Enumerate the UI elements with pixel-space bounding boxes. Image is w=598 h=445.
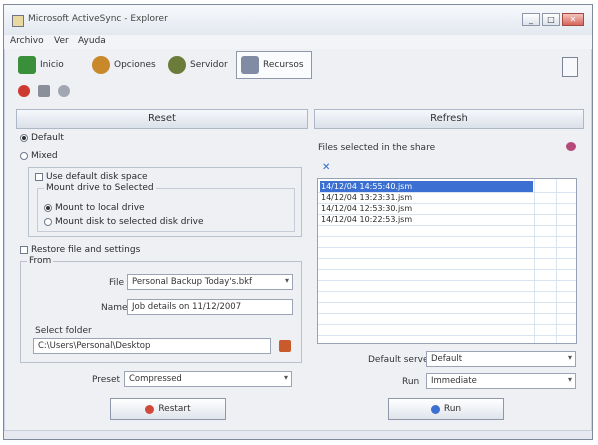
browse-folder-icon[interactable] (279, 340, 291, 352)
toolbar-opciones-label: Opciones (114, 60, 156, 70)
left-panel-header: Reset (16, 109, 308, 129)
name-field[interactable]: Job details on 11/12/2007 (127, 299, 293, 315)
toolbar-servidor-button[interactable]: Servidor (164, 51, 232, 79)
run-button-label: Run (443, 404, 462, 414)
radio-mixed[interactable]: Mixed (20, 151, 58, 161)
app-icon (12, 15, 24, 27)
options-icon (92, 56, 110, 74)
window-title: Microsoft ActiveSync - Explorer (28, 14, 168, 24)
toolbar-inicio-button[interactable]: Inicio (14, 51, 68, 79)
folder-field[interactable]: C:\Users\Personal\Desktop (33, 338, 271, 354)
restart-button[interactable]: Restart (110, 398, 226, 420)
app-window: Microsoft ActiveSync - Explorer _ □ ✕ Ar… (3, 4, 593, 440)
delete-icon[interactable]: ✕ (322, 162, 330, 173)
close-button[interactable]: ✕ (562, 13, 584, 26)
radio-mount-local[interactable]: Mount to local drive (44, 203, 145, 213)
status-bar (4, 430, 592, 439)
file-select[interactable]: Personal Backup Today's.bkf (127, 274, 293, 290)
radio-dot (44, 204, 52, 212)
radio-mixed-label: Mixed (31, 151, 58, 161)
menu-ver[interactable]: Ver (54, 36, 69, 46)
default-server-label: Default server (368, 355, 433, 365)
home-icon (18, 56, 36, 74)
name-label: Name (101, 303, 128, 313)
toolbar: Inicio Opciones Servidor Recursos (14, 51, 592, 81)
checkbox-box (35, 173, 43, 181)
options-icon[interactable] (566, 142, 576, 151)
run-label: Run (402, 377, 420, 387)
toolbar-inicio-label: Inicio (40, 60, 64, 70)
play-icon[interactable] (38, 85, 50, 97)
default-server-select[interactable]: Default (426, 351, 576, 367)
toolbar-recursos-label: Recursos (263, 60, 304, 70)
mount-subgroup-title: Mount drive to Selected (44, 183, 156, 193)
server-icon (168, 56, 186, 74)
radio-mount-selected[interactable]: Mount disk to selected disk drive (44, 217, 204, 227)
use-default-checkbox[interactable]: Use default disk space (35, 172, 148, 182)
run-icon (430, 404, 440, 414)
from-group: From File Personal Backup Today's.bkf Na… (20, 256, 302, 363)
preset-select[interactable]: Compressed (124, 371, 292, 387)
radio-default-label: Default (31, 133, 64, 143)
empty-row (318, 324, 576, 336)
radio-dot (20, 134, 28, 142)
radio-default[interactable]: Default (20, 133, 64, 143)
toolbar-servidor-label: Servidor (190, 60, 228, 70)
list-item-label: 14/12/04 13:23:31.jsm (321, 193, 413, 202)
preset-label: Preset (92, 375, 121, 385)
file-list[interactable]: 14/12/04 14:55:40.jsm 14/12/04 13:23:31.… (317, 178, 577, 344)
stop-icon[interactable] (18, 85, 30, 97)
list-item-label: 14/12/04 10:22:53.jsm (321, 215, 413, 224)
restore-checkbox[interactable]: Restore file and settings (20, 245, 140, 255)
file-label: File (109, 278, 125, 288)
resources-icon (241, 56, 259, 74)
menu-ayuda[interactable]: Ayuda (78, 36, 106, 46)
radio-mount-local-label: Mount to local drive (55, 203, 145, 213)
maximize-button[interactable]: □ (542, 13, 560, 26)
radio-dot (20, 152, 28, 160)
refresh-icon[interactable] (58, 85, 70, 97)
restore-label: Restore file and settings (31, 245, 141, 255)
menu-archivo[interactable]: Archivo (10, 36, 44, 46)
radio-mount-selected-label: Mount disk to selected disk drive (55, 217, 204, 227)
restart-icon (145, 404, 155, 414)
run-select[interactable]: Immediate (426, 373, 576, 389)
right-panel-header: Refresh (314, 109, 584, 129)
checkbox-box (20, 246, 28, 254)
files-caption: Files selected in the share (318, 143, 436, 153)
menu-bar: Archivo Ver Ayuda (4, 35, 592, 49)
list-item-label: 14/12/04 12:53:30.jsm (321, 204, 413, 213)
use-default-label: Use default disk space (46, 172, 148, 182)
restart-button-label: Restart (158, 404, 191, 414)
list-item-label: 14/12/04 14:55:40.jsm (320, 181, 533, 192)
clipboard-icon[interactable] (562, 57, 578, 77)
mount-subgroup: Mount drive to Selected Mount to local d… (37, 183, 295, 232)
from-group-title: From (27, 256, 54, 266)
toolbar-opciones-button[interactable]: Opciones (88, 51, 160, 79)
minimize-button[interactable]: _ (522, 13, 540, 26)
folder-label: Select folder (35, 326, 92, 336)
run-button[interactable]: Run (388, 398, 504, 420)
radio-dot (44, 218, 52, 226)
title-bar[interactable]: Microsoft ActiveSync - Explorer _ □ ✕ (4, 5, 592, 36)
toolbar-recursos-button[interactable]: Recursos (236, 51, 312, 79)
mount-group: Use default disk space Mount drive to Se… (28, 167, 302, 237)
